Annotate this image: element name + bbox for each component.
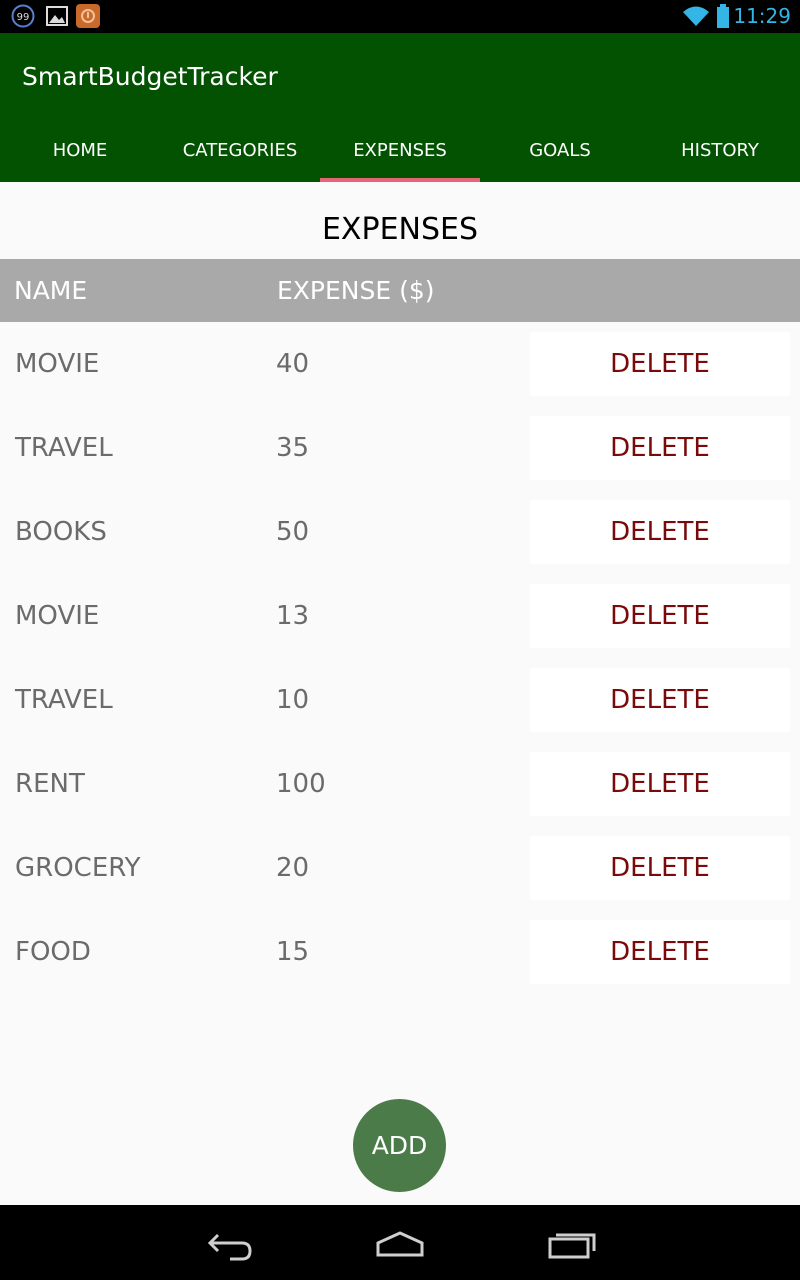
expense-name: MOVIE	[15, 601, 100, 631]
column-header-expense: EXPENSE ($)	[277, 276, 435, 305]
delete-button[interactable]: DELETE	[530, 836, 790, 900]
status-time: 11:29	[733, 4, 791, 28]
image-icon	[45, 4, 69, 28]
expense-amount: 100	[276, 769, 326, 799]
expense-amount: 20	[276, 853, 310, 883]
tab-expenses[interactable]: EXPENSES	[320, 123, 480, 182]
table-row: BOOKS 50 DELETE	[0, 500, 800, 564]
notification-badge-text: 99	[17, 12, 30, 23]
table-header: NAME EXPENSE ($)	[0, 259, 800, 322]
delete-button[interactable]: DELETE	[530, 332, 790, 396]
table-row: MOVIE 13 DELETE	[0, 584, 800, 648]
delete-button[interactable]: DELETE	[530, 668, 790, 732]
tab-categories[interactable]: CATEGORIES	[160, 123, 320, 182]
column-header-name: NAME	[14, 276, 88, 305]
tab-goals[interactable]: GOALS	[480, 123, 640, 182]
app-notification-icon	[76, 4, 100, 28]
navigation-bar	[0, 1205, 800, 1280]
page-title: EXPENSES	[321, 212, 479, 247]
delete-button[interactable]: DELETE	[530, 416, 790, 480]
recents-icon[interactable]	[542, 1223, 602, 1263]
wifi-icon	[682, 4, 710, 28]
expense-name: TRAVEL	[15, 685, 113, 715]
delete-button[interactable]: DELETE	[530, 500, 790, 564]
app-title: SmartBudgetTracker	[22, 62, 278, 91]
delete-button[interactable]: DELETE	[530, 584, 790, 648]
expense-name: GROCERY	[15, 853, 141, 883]
expense-name: TRAVEL	[15, 433, 113, 463]
expense-amount: 15	[276, 937, 310, 967]
back-icon[interactable]	[200, 1223, 260, 1263]
expense-amount: 40	[276, 349, 310, 379]
expense-name: MOVIE	[15, 349, 100, 379]
expense-amount: 10	[276, 685, 310, 715]
expense-name: BOOKS	[15, 517, 107, 547]
home-icon[interactable]	[370, 1223, 430, 1263]
add-button[interactable]: ADD	[353, 1099, 446, 1192]
table-row: TRAVEL 10 DELETE	[0, 668, 800, 732]
tab-home[interactable]: HOME	[0, 123, 160, 182]
expense-name: RENT	[15, 769, 85, 799]
status-bar: 99 11:29	[0, 0, 800, 33]
notification-99-icon: 99	[11, 4, 35, 28]
delete-button[interactable]: DELETE	[530, 752, 790, 816]
expense-amount: 50	[276, 517, 310, 547]
tab-bar: HOME CATEGORIES EXPENSES GOALS HISTORY	[0, 123, 800, 182]
table-row: GROCERY 20 DELETE	[0, 836, 800, 900]
expense-amount: 13	[276, 601, 310, 631]
app-bar: SmartBudgetTracker HOME CATEGORIES EXPEN…	[0, 33, 800, 182]
tab-history[interactable]: HISTORY	[640, 123, 800, 182]
expense-amount: 35	[276, 433, 310, 463]
table-row: RENT 100 DELETE	[0, 752, 800, 816]
table-row: FOOD 15 DELETE	[0, 920, 800, 984]
expense-name: FOOD	[15, 937, 91, 967]
delete-button[interactable]: DELETE	[530, 920, 790, 984]
table-row: TRAVEL 35 DELETE	[0, 416, 800, 480]
table-row: MOVIE 40 DELETE	[0, 332, 800, 396]
battery-icon	[716, 4, 730, 28]
